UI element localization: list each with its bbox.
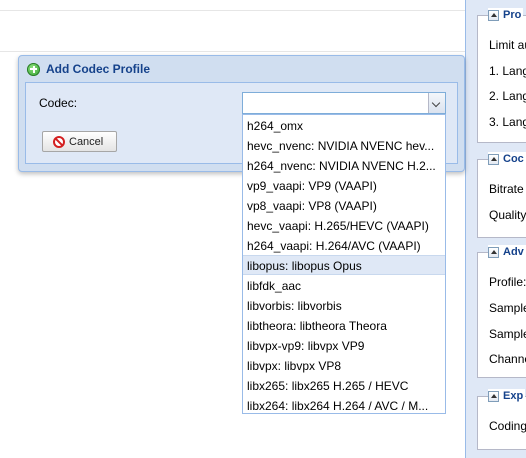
fieldset-title: Pro [503, 9, 522, 21]
collapse-icon[interactable] [488, 390, 499, 402]
fieldset-codec: Coc Bitrate Quality [477, 152, 526, 238]
codec-option[interactable]: h264_vaapi: H.264/AVC (VAAPI) [243, 235, 445, 255]
collapse-icon[interactable] [488, 246, 499, 258]
codec-option[interactable]: hevc_nvenc: NVIDIA NVENC hev... [243, 135, 445, 155]
field-label: Channe [489, 352, 526, 366]
add-icon [27, 62, 40, 76]
field-label: Quality [489, 208, 526, 222]
fieldset-profile: Pro Limit au 1. Lang 2. Lang 3. Lang [477, 8, 526, 143]
fieldset-title: Coc [503, 153, 524, 165]
cancel-icon [53, 135, 65, 148]
field-label: 2. Lang [489, 89, 526, 103]
codec-dropdown-list[interactable]: h264_omx hevc_nvenc: NVIDIA NVENC hev... h… [242, 114, 446, 414]
codec-option[interactable]: h264_omx [243, 115, 445, 135]
dialog-header[interactable]: Add Codec Profile [27, 61, 150, 77]
field-label: 1. Lang [489, 64, 526, 78]
field-label: Coding [489, 419, 526, 433]
background-grid-row [0, 34, 465, 52]
codec-option[interactable]: libx264: libx264 H.264 / AVC / M... [243, 395, 445, 413]
fieldset-title: Adv [503, 246, 524, 258]
collapse-icon[interactable] [488, 9, 499, 21]
codec-option[interactable]: libopus: libopus Opus [243, 255, 445, 275]
field-label: Limit au [489, 38, 526, 52]
codec-option[interactable]: hevc_vaapi: H.265/HEVC (VAAPI) [243, 215, 445, 235]
codec-option[interactable]: libvorbis: libvorbis [243, 295, 445, 315]
field-label: Sample [489, 301, 526, 315]
codec-option[interactable]: libtheora: libtheora Theora [243, 315, 445, 335]
codec-input[interactable] [243, 93, 428, 113]
field-label: Profile: [489, 275, 526, 289]
fieldset-advanced: Adv Profile: Sample Sample Channe [477, 245, 526, 378]
background-toolbar [0, 0, 465, 11]
profile-side-panel: Pro Limit au 1. Lang 2. Lang 3. Lang Coc… [465, 0, 526, 458]
collapse-icon[interactable] [488, 153, 499, 165]
codec-option[interactable]: libfdk_aac [243, 275, 445, 295]
chevron-down-icon[interactable] [428, 93, 445, 113]
fieldset-legend[interactable]: Pro [488, 8, 524, 22]
codec-option[interactable]: libvpx: libvpx VP8 [243, 355, 445, 375]
codec-label: Codec: [39, 96, 78, 110]
fieldset-legend[interactable]: Exp [488, 389, 526, 403]
field-label: Sample [489, 327, 526, 341]
codec-option[interactable]: libx265: libx265 H.265 / HEVC [243, 375, 445, 395]
cancel-button-label: Cancel [69, 135, 104, 148]
codec-combobox[interactable] [242, 92, 446, 114]
fieldset-expert: Exp Coding [477, 389, 526, 450]
codec-option[interactable]: vp8_vaapi: VP8 (VAAPI) [243, 195, 445, 215]
codec-option[interactable]: vp9_vaapi: VP9 (VAAPI) [243, 175, 445, 195]
fieldset-legend[interactable]: Coc [488, 152, 526, 166]
field-label: 3. Lang [489, 115, 526, 129]
fieldset-legend[interactable]: Adv [488, 245, 526, 259]
codec-option[interactable]: h264_nvenc: NVIDIA NVENC H.2... [243, 155, 445, 175]
dialog-title: Add Codec Profile [46, 62, 151, 76]
fieldset-title: Exp [503, 390, 524, 402]
codec-option[interactable]: libvpx-vp9: libvpx VP9 [243, 335, 445, 355]
cancel-button[interactable]: Cancel [42, 131, 117, 152]
field-label: Bitrate [489, 182, 524, 196]
